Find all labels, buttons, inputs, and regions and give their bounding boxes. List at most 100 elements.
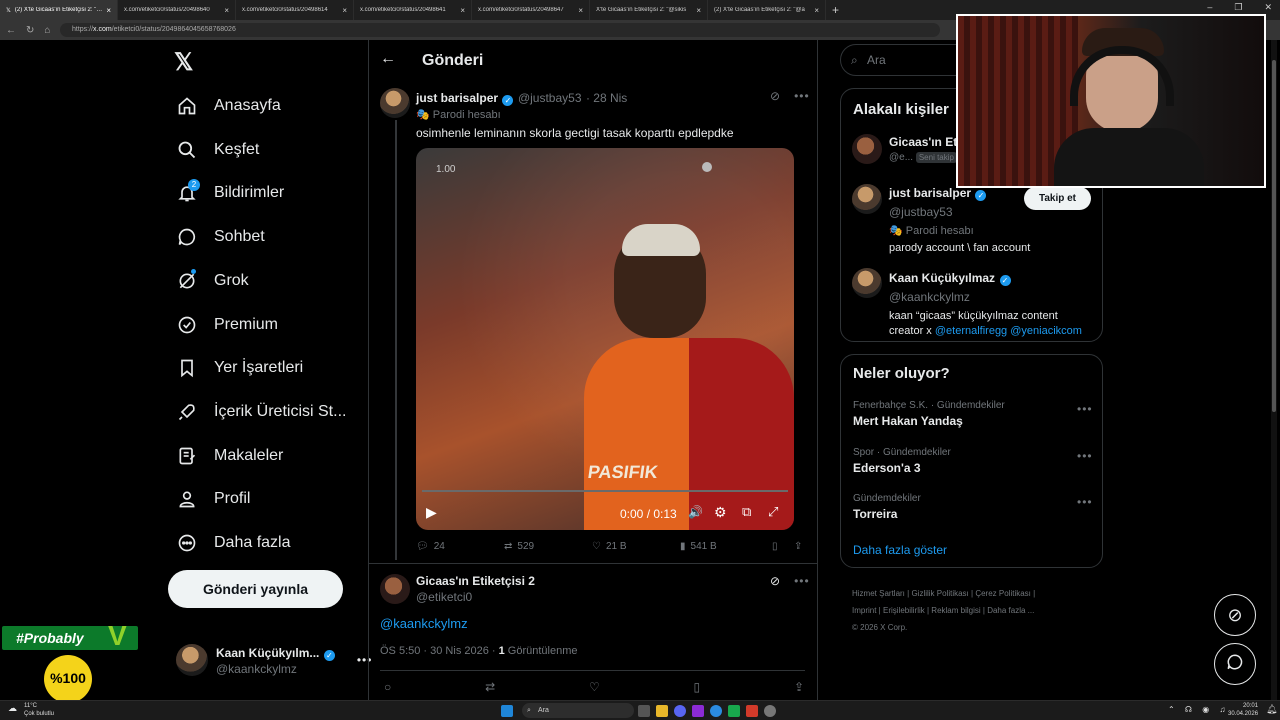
browser-tab[interactable]: x.com/etiketci0/status/20498614 × xyxy=(236,0,354,20)
nav-item-notifications[interactable]: 2 Bildirimler xyxy=(176,179,284,204)
more-dots-icon[interactable]: ••• xyxy=(1077,402,1093,416)
video-progress-track[interactable] xyxy=(422,490,788,492)
like-button[interactable]: ♡ 21 B xyxy=(592,541,680,552)
tweet-author-name[interactable]: just barisalper xyxy=(416,91,498,105)
browser-tab[interactable]: x.com/etiketci0/status/20498641 × xyxy=(354,0,472,20)
taskbar-search[interactable]: ⌕ Ara xyxy=(522,703,634,718)
nav-item-home[interactable]: Anasayfa xyxy=(176,95,281,117)
file-explorer-icon[interactable] xyxy=(656,705,668,717)
reply-icon[interactable]: ○ xyxy=(384,680,391,694)
system-tray[interactable]: ⌃ ☊ ◉ ♫ xyxy=(1168,705,1229,714)
volume-icon[interactable]: 🔊 xyxy=(688,505,703,519)
nav-item-grok[interactable]: Grok xyxy=(176,269,249,292)
close-icon[interactable]: × xyxy=(224,6,229,15)
footer-link[interactable]: Gizlilik Politikası xyxy=(911,589,968,598)
back-arrow-icon[interactable]: ← xyxy=(380,50,396,68)
bookmark-icon[interactable]: ▯ xyxy=(694,680,701,694)
nav-item-creator-studio[interactable]: İçerik Üreticisi St... xyxy=(176,401,346,423)
browser-tab[interactable]: 𝕏 (2) X'te Gicaas'ın Etiketçisi 2: "@ja × xyxy=(0,0,118,20)
browser-tab[interactable]: x.com/etiketci0/status/20498640 × xyxy=(118,0,236,20)
tweet-author-handle[interactable]: @justbay53 xyxy=(518,91,582,105)
app-icon[interactable] xyxy=(746,705,758,717)
repost-button[interactable]: ⇄ 529 xyxy=(504,541,592,552)
reply-author-name[interactable]: Gicaas'ın Etiketçisi 2 xyxy=(416,574,535,588)
post-button[interactable]: Gönderi yayınla xyxy=(168,570,343,608)
more-dots-icon[interactable]: ••• xyxy=(794,89,810,103)
picture-in-picture-icon[interactable]: ⧉ xyxy=(742,504,751,520)
task-view-icon[interactable] xyxy=(638,705,650,717)
related-person[interactable]: Kaan Küçükyılmaz ✓ @kaankckylmz kaan “gi… xyxy=(889,269,1095,339)
close-icon[interactable]: × xyxy=(696,6,701,15)
reply-button[interactable]: 💬︎ 24 xyxy=(416,541,504,552)
fullscreen-icon[interactable]: ⤢ xyxy=(768,504,778,520)
more-dots-icon[interactable]: ••• xyxy=(1077,495,1093,509)
more-dots-icon[interactable]: ••• xyxy=(1077,449,1093,463)
play-icon[interactable]: ▶ xyxy=(426,504,437,521)
trend-item[interactable]: Fenerbahçe S.K. · Gündemdekiler Mert Hak… xyxy=(853,400,1005,428)
bookmark-button[interactable]: ▯ xyxy=(772,541,794,552)
avatar[interactable] xyxy=(852,134,882,164)
refresh-icon[interactable]: ↻ xyxy=(26,25,34,36)
trend-item[interactable]: Spor · Gündemdekiler Ederson'a 3 xyxy=(853,447,951,475)
settings-gear-icon[interactable]: ⚙ xyxy=(714,504,727,521)
grok-icon[interactable]: ⊘ xyxy=(770,89,780,103)
nav-item-premium[interactable]: Premium xyxy=(176,314,278,336)
minimize-icon[interactable]: – xyxy=(1207,2,1212,13)
notification-bell-icon[interactable]: 🔔︎ xyxy=(1266,704,1277,715)
avatar[interactable] xyxy=(380,88,410,118)
close-icon[interactable]: × xyxy=(814,6,819,15)
heart-icon[interactable]: ♡ xyxy=(589,680,600,694)
weather-widget[interactable]: 11°C Çok bulutlu xyxy=(24,702,54,718)
bio-link[interactable]: @yeniacikcom xyxy=(1010,325,1082,337)
footer-link[interactable]: Imprint xyxy=(852,606,876,615)
share-button[interactable]: ⇪ xyxy=(794,541,802,552)
related-person[interactable]: just barisalper ✓ @justbay53 🎭 Parodi he… xyxy=(889,184,1030,254)
x-logo-icon[interactable]: 𝕏 xyxy=(174,48,193,77)
footer-link[interactable]: Daha fazla ... xyxy=(987,606,1034,615)
footer-link[interactable]: Reklam bilgisi xyxy=(931,606,980,615)
discord-icon[interactable] xyxy=(674,705,686,717)
avatar[interactable] xyxy=(852,268,882,298)
nav-item-more[interactable]: Daha fazla xyxy=(176,532,291,554)
browser-tab[interactable]: x.com/etiketci0/status/20498647 × xyxy=(472,0,590,20)
account-switcher[interactable]: Kaan Küçükyılm... ✓ @kaankckylmz ••• xyxy=(176,644,372,676)
repost-icon[interactable]: ⇄ xyxy=(485,680,495,694)
grok-icon[interactable]: ⊘ xyxy=(770,574,780,588)
nav-item-bookmarks[interactable]: Yer İşaretleri xyxy=(176,357,303,379)
app-icon[interactable] xyxy=(692,705,704,717)
footer-link[interactable]: Hizmet Şartları xyxy=(852,589,905,598)
app-icon[interactable] xyxy=(728,705,740,717)
bio-link[interactable]: @eternalfiregg xyxy=(935,325,1007,337)
follow-button[interactable]: Takip et xyxy=(1024,187,1091,210)
video-player[interactable]: 1.00 PASIFIK ▶ 0:00 / 0:13 🔊 ⚙ ⧉ ⤢ xyxy=(416,148,794,530)
close-icon[interactable]: × xyxy=(578,6,583,15)
close-window-icon[interactable]: ✕ xyxy=(1264,2,1272,13)
nav-item-chat[interactable]: Sohbet xyxy=(176,226,265,248)
app-icon[interactable] xyxy=(764,705,776,717)
close-icon[interactable]: × xyxy=(342,6,347,15)
maximize-icon[interactable]: ❐ xyxy=(1234,2,1242,13)
avatar[interactable] xyxy=(852,184,882,214)
avatar[interactable] xyxy=(380,574,410,604)
reply-author-handle[interactable]: @etiketci0 xyxy=(416,590,535,604)
show-more-link[interactable]: Daha fazla göster xyxy=(853,543,947,557)
trend-item[interactable]: Gündemdekiler Torreira xyxy=(853,493,921,521)
more-dots-icon[interactable]: ••• xyxy=(794,574,810,588)
url-field[interactable]: https://x.com/etiketci0/status/204986404… xyxy=(60,23,940,37)
scrollbar-thumb[interactable] xyxy=(1272,60,1276,412)
new-tab-button[interactable]: + xyxy=(832,3,839,17)
nav-item-explore[interactable]: Keşfet xyxy=(176,139,259,161)
messages-fab-button[interactable] xyxy=(1214,643,1256,685)
footer-link[interactable]: Erişilebilirlik xyxy=(883,606,925,615)
clock[interactable]: 20:01 30.04.2026 xyxy=(1228,702,1258,718)
footer-link[interactable]: Çerez Politikası xyxy=(975,589,1031,598)
tweet-date[interactable]: · 28 Nis xyxy=(586,91,627,105)
close-icon[interactable]: × xyxy=(460,6,465,15)
reply-timestamp[interactable]: ÖS 5:50 · 30 Nis 2026 · xyxy=(380,645,499,657)
nav-item-profile[interactable]: Profil xyxy=(176,488,250,510)
reply-mention-link[interactable]: @kaankckylmz xyxy=(380,616,468,631)
share-icon[interactable]: ⇪ xyxy=(794,680,804,694)
browser-tab[interactable]: X'te Gicaas'ın Etiketçisi 2: "@sikis × xyxy=(590,0,708,20)
views-button[interactable]: ▮ 541 B xyxy=(680,541,772,552)
home-nav-icon[interactable]: ⌂ xyxy=(44,25,50,36)
